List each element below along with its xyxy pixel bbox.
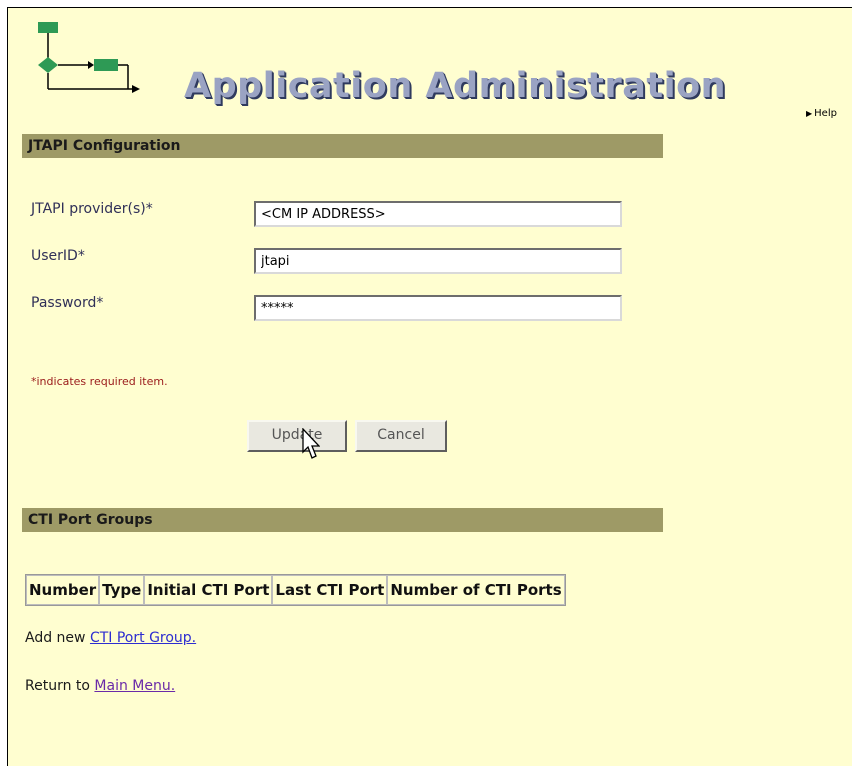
jtapi-provider-input[interactable]	[254, 201, 622, 227]
jtapi-provider-label: JTAPI provider(s)*	[31, 201, 153, 217]
column-header: Last CTI Port	[272, 575, 388, 605]
userid-input[interactable]	[254, 248, 622, 274]
page-frame: Application Administration ▶ Help JTAPI C…	[7, 7, 852, 766]
cti-port-groups-table: Number Type Initial CTI Port Last CTI Po…	[25, 574, 566, 606]
cti-section-header: CTI Port Groups	[22, 508, 663, 532]
main-menu-link[interactable]: Main Menu.	[94, 678, 175, 694]
password-label: Password*	[31, 295, 104, 311]
userid-label: UserID*	[31, 248, 85, 264]
column-header: Number of CTI Ports	[387, 575, 565, 605]
add-cti-port-group-link[interactable]: CTI Port Group.	[90, 630, 196, 646]
triangle-right-icon: ▶	[806, 109, 813, 118]
page-title: Application Administration	[184, 66, 727, 106]
password-input[interactable]	[254, 295, 622, 321]
table-header-row: Number Type Initial CTI Port Last CTI Po…	[26, 575, 565, 605]
cancel-button[interactable]: Cancel	[355, 420, 447, 452]
column-header: Type	[99, 575, 145, 605]
add-prefix: Add new	[25, 630, 86, 646]
help-label: Help	[814, 108, 837, 119]
return-prefix: Return to	[25, 678, 90, 694]
column-header: Number	[26, 575, 100, 605]
help-link[interactable]: ▶ Help	[806, 108, 837, 119]
mouse-pointer-icon	[302, 428, 320, 459]
return-main-menu-line: Return to Main Menu.	[25, 678, 175, 694]
add-cti-port-group-line: Add new CTI Port Group.	[25, 630, 196, 646]
jtapi-section-header: JTAPI Configuration	[22, 134, 663, 158]
update-button[interactable]: Update	[247, 420, 347, 452]
workflow-logo-icon	[38, 22, 140, 93]
required-note: *indicates required item.	[31, 375, 168, 388]
column-header: Initial CTI Port	[144, 575, 273, 605]
